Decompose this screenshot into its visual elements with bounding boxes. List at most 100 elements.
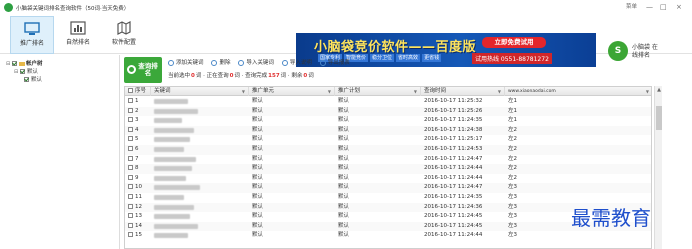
delete-button[interactable]: 删除 (211, 58, 230, 66)
row-index[interactable]: 9 (125, 174, 151, 184)
tree-leaf[interactable]: 默认 (24, 75, 42, 83)
row-checkbox[interactable] (128, 117, 133, 123)
add-keyword-button[interactable]: 添加关键词 (168, 58, 204, 66)
select-all-checkbox[interactable] (128, 88, 133, 93)
row-time: 2016-10-17 11:24:53 (424, 146, 483, 152)
table-row[interactable]: 15 默认 默认 2016-10-17 11:24:44 左3 (125, 231, 651, 241)
table-row[interactable]: 5 默认 默认 2016-10-17 11:25:17 左2 (125, 135, 651, 145)
row-checkbox[interactable] (128, 126, 133, 132)
free-trial-button[interactable]: 立即免费试用 (482, 37, 546, 48)
maximize-button[interactable]: □ (660, 3, 667, 11)
row-index-label: 14 (135, 222, 142, 229)
col-plan[interactable]: 推广计划 ▼ (335, 87, 421, 96)
row-unit: 默认 (252, 117, 264, 124)
tree-child[interactable]: ⊟ 默认 (14, 67, 38, 75)
row-index[interactable]: 8 (125, 164, 151, 174)
vertical-scrollbar[interactable]: ▲ (654, 86, 662, 249)
row-unit: 默认 (252, 98, 264, 104)
row-plan: 默认 (338, 222, 350, 229)
sort-icon: ▼ (413, 89, 417, 94)
scroll-up-icon[interactable]: ▲ (656, 87, 662, 93)
row-checkbox[interactable] (128, 184, 133, 190)
row-index[interactable]: 6 (125, 145, 151, 155)
row-index-label: 2 (135, 107, 139, 114)
col-unit[interactable]: 推广单元 ▼ (249, 87, 335, 96)
row-checkbox[interactable] (128, 232, 133, 238)
tree-child-checkbox[interactable] (19, 69, 25, 74)
close-button[interactable]: × (676, 3, 682, 11)
table-row[interactable]: 6 默认 默认 2016-10-17 11:24:53 左2 (125, 145, 651, 155)
tree-leaf-checkbox[interactable] (24, 77, 29, 82)
row-index[interactable]: 7 (125, 155, 151, 165)
export-report-button[interactable]: 导出报表 (319, 58, 350, 66)
row-plan: 默认 (338, 107, 350, 114)
table-row[interactable]: 2 默认 默认 2016-10-17 11:25:26 左1 (125, 106, 651, 117)
row-index[interactable]: 12 (125, 203, 151, 213)
table-row[interactable]: 10 默认 默认 2016-10-17 11:24:47 左3 (125, 183, 651, 193)
col-index[interactable]: 序号 (125, 87, 151, 96)
row-rank: 左2 (508, 155, 517, 162)
row-unit: 默认 (252, 194, 264, 200)
row-index-label: 13 (135, 213, 142, 220)
row-index[interactable]: 3 (125, 116, 151, 126)
tree-root[interactable]: ⊟ 帐户树 (6, 59, 42, 67)
row-rank: 左3 (508, 213, 517, 220)
col-domain[interactable]: www.xiaonaodai.com ▼ (505, 87, 651, 96)
logo-text: 小脑袋 在线排名 (632, 44, 658, 59)
col-query-time[interactable]: 查询时间 ▼ (421, 87, 505, 96)
nav-paid-ranking[interactable]: 推广排名 (10, 16, 54, 54)
row-index[interactable]: 14 (125, 222, 151, 232)
nav-organic-ranking[interactable]: 自然排名 (56, 16, 100, 54)
row-checkbox[interactable] (128, 146, 133, 151)
table-row[interactable]: 1 默认 默认 2016-10-17 11:25:32 左1 (125, 97, 651, 107)
row-time: 2016-10-17 11:24:38 (424, 126, 483, 133)
row-index[interactable]: 1 (125, 97, 151, 107)
import-keyword-button[interactable]: 导入关键词 (238, 58, 274, 66)
import-help-button[interactable]: 导入说明 (281, 58, 312, 66)
table-row[interactable]: 4 默认 默认 2016-10-17 11:24:38 左2 (125, 125, 651, 136)
row-time: 2016-10-17 11:25:32 (424, 98, 483, 104)
row-time: 2016-10-17 11:24:45 (424, 222, 483, 229)
row-checkbox[interactable] (128, 174, 133, 180)
keyword-redacted (154, 118, 182, 124)
row-index-label: 1 (135, 98, 139, 104)
nav-label: 推广排名 (19, 40, 44, 47)
row-unit: 默认 (252, 174, 264, 181)
scroll-thumb[interactable] (656, 106, 662, 130)
row-index[interactable]: 15 (125, 231, 151, 241)
row-time: 2016-10-17 11:24:35 (424, 194, 483, 200)
keyword-redacted (154, 233, 188, 239)
row-checkbox[interactable] (128, 222, 133, 228)
row-checkbox[interactable] (128, 213, 133, 219)
menu-button[interactable]: 菜单 (626, 3, 637, 11)
tree-root-checkbox[interactable] (11, 61, 17, 66)
minimize-button[interactable]: — (646, 3, 653, 11)
row-index[interactable]: 10 (125, 183, 151, 193)
row-time: 2016-10-17 11:25:26 (424, 107, 483, 114)
row-checkbox[interactable] (128, 98, 133, 103)
col-keyword[interactable]: 关键词 ▼ (151, 87, 249, 96)
table-row[interactable]: 7 默认 默认 2016-10-17 11:24:47 左2 (125, 155, 651, 165)
collapse-icon[interactable]: ⊟ (14, 69, 18, 75)
row-checkbox[interactable] (128, 136, 133, 142)
row-rank: 左2 (508, 165, 517, 172)
row-checkbox[interactable] (128, 107, 133, 113)
row-index[interactable]: 4 (125, 126, 151, 136)
row-checkbox[interactable] (128, 155, 133, 161)
row-checkbox[interactable] (128, 165, 133, 171)
table-row[interactable]: 3 默认 默认 2016-10-17 11:24:35 左1 (125, 116, 651, 126)
table-row[interactable]: 9 默认 默认 2016-10-17 11:24:44 左2 (125, 174, 651, 184)
row-checkbox[interactable] (128, 203, 133, 209)
row-index[interactable]: 2 (125, 107, 151, 117)
row-index[interactable]: 11 (125, 193, 151, 203)
query-ranking-button[interactable]: 查询排名 (124, 57, 162, 83)
collapse-icon[interactable]: ⊟ (6, 61, 10, 67)
row-checkbox[interactable] (128, 194, 133, 199)
keyword-redacted (154, 137, 190, 143)
row-unit: 默认 (252, 126, 264, 133)
row-plan: 默认 (338, 126, 350, 133)
row-index[interactable]: 13 (125, 212, 151, 222)
row-index[interactable]: 5 (125, 135, 151, 145)
table-row[interactable]: 8 默认 默认 2016-10-17 11:24:44 左2 (125, 164, 651, 174)
nav-config[interactable]: 软件配置 (102, 16, 146, 54)
